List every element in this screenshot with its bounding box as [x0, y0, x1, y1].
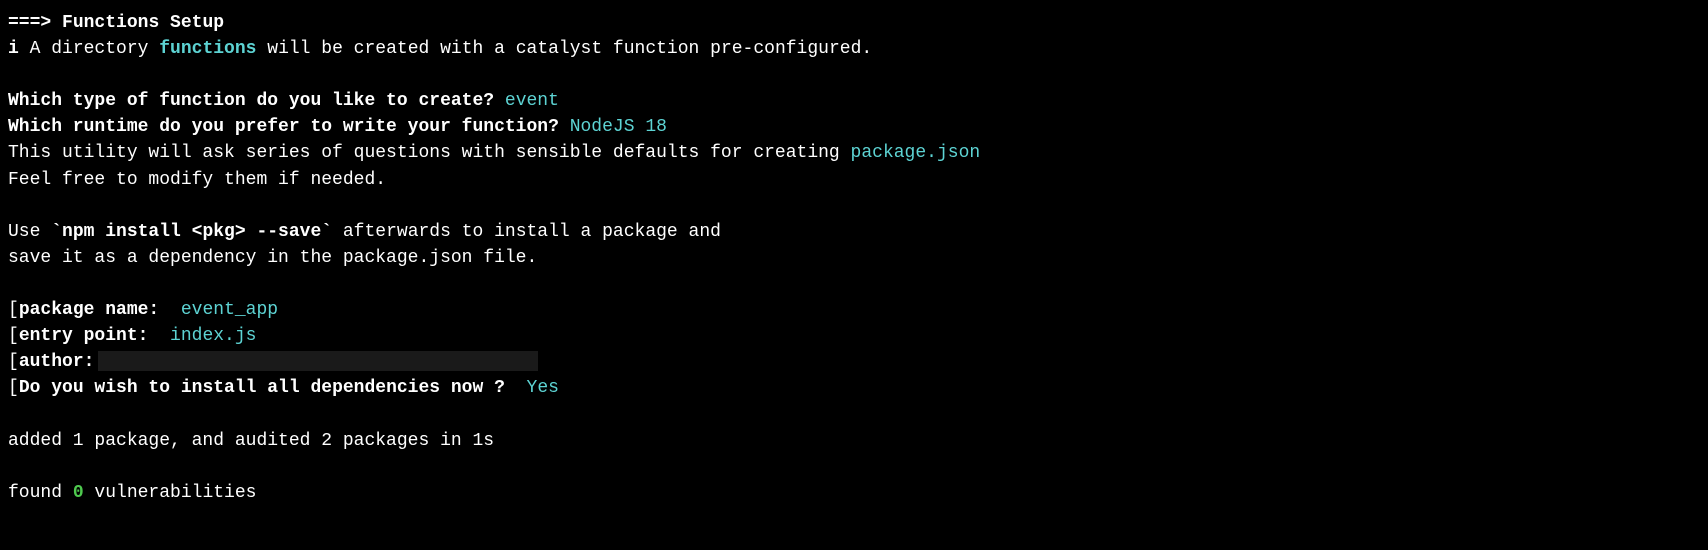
utility-highlight: package.json [851, 143, 981, 163]
header-arrow: ===> [8, 13, 51, 33]
header-line: ===> Functions Setup [8, 10, 1700, 36]
output-vulnerabilities: found 0 vulnerabilities [8, 480, 1700, 506]
field-package-name[interactable]: [package name: event_app [8, 297, 1700, 323]
field-install-deps[interactable]: [Do you wish to install all dependencies… [8, 375, 1700, 401]
blank-line [8, 454, 1700, 480]
vuln-count: 0 [73, 483, 84, 503]
npm-tip-line-1: Use `npm install <pkg> --save` afterward… [8, 219, 1700, 245]
output-added: added 1 package, and audited 2 packages … [8, 428, 1700, 454]
info-text-after: will be created with a catalyst function… [256, 39, 872, 59]
header-title: Functions Setup [62, 13, 224, 33]
blank-line [8, 271, 1700, 297]
field-label: author: [19, 352, 95, 372]
field-author[interactable]: [author: [8, 349, 1700, 375]
field-value: Yes [527, 378, 559, 398]
field-label: Do you wish to install all dependencies … [19, 378, 505, 398]
blank-line [8, 62, 1700, 88]
field-label: package name: [19, 300, 159, 320]
utility-line-2: Feel free to modify them if needed. [8, 167, 1700, 193]
info-highlight: functions [159, 39, 256, 59]
prompt-question: Which type of function do you like to cr… [8, 91, 494, 111]
prompt-question: Which runtime do you prefer to write you… [8, 117, 559, 137]
prompt-runtime[interactable]: Which runtime do you prefer to write you… [8, 114, 1700, 140]
utility-text: This utility will ask series of question… [8, 143, 851, 163]
field-label: entry point: [19, 326, 149, 346]
info-text-before: A directory [19, 39, 159, 59]
npm-command: `npm install <pkg> --save` [51, 222, 332, 242]
prompt-answer: event [505, 91, 559, 111]
field-entry-point[interactable]: [entry point: index.js [8, 323, 1700, 349]
npm-tip-line-2: save it as a dependency in the package.j… [8, 245, 1700, 271]
blank-line [8, 401, 1700, 427]
utility-line-1: This utility will ask series of question… [8, 140, 1700, 166]
blank-line [8, 193, 1700, 219]
info-icon: i [8, 39, 19, 59]
field-value: index.js [170, 326, 256, 346]
redacted-author-value [98, 351, 538, 371]
prompt-function-type[interactable]: Which type of function do you like to cr… [8, 88, 1700, 114]
field-value: event_app [181, 300, 278, 320]
info-line: i A directory functions will be created … [8, 36, 1700, 62]
prompt-answer: NodeJS 18 [570, 117, 667, 137]
